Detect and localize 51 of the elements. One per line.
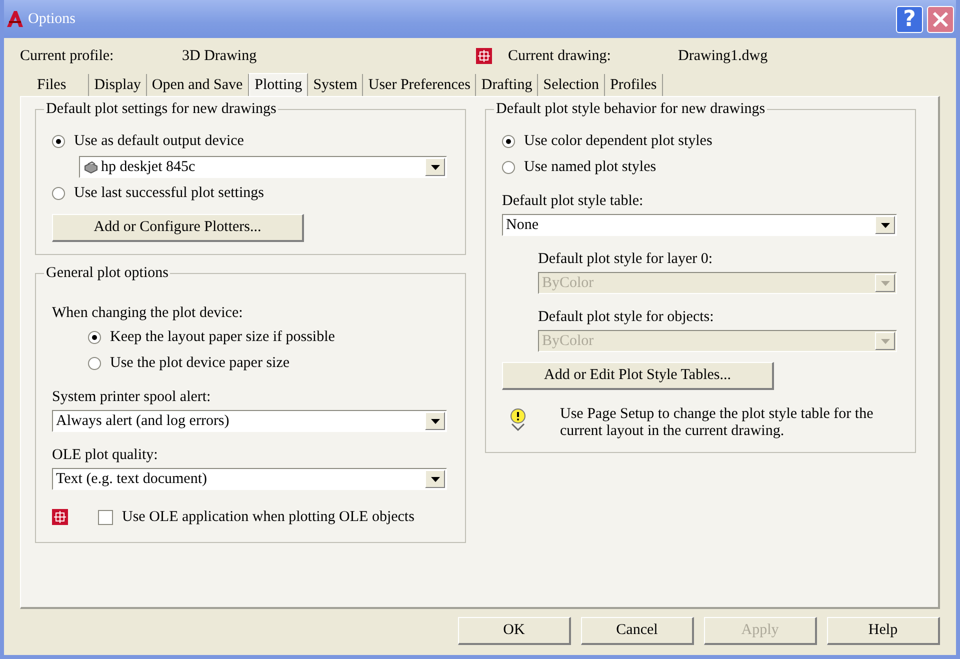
- radio-label: Use named plot styles: [524, 158, 656, 176]
- dialog-button[interactable]: OK: [458, 617, 571, 645]
- profile-label: Current profile:: [20, 48, 115, 64]
- field-label: Default plot style for layer 0:: [538, 250, 714, 269]
- dropdown-arrow-icon: [880, 280, 890, 286]
- close-icon: [932, 10, 949, 28]
- radio-button[interactable]: [88, 330, 101, 344]
- dropdown[interactable]: None: [502, 214, 897, 236]
- radio-label: Use the plot device paper size: [110, 354, 290, 372]
- radio-button[interactable]: [52, 134, 65, 148]
- checkbox-label: Use OLE application when plotting OLE objects: [122, 508, 414, 526]
- plot-button[interactable]: Add or Configure Plotters...: [52, 214, 304, 242]
- drawing-setting-icon: [476, 48, 492, 64]
- field-label: Default plot style for objects:: [538, 308, 715, 327]
- printer-icon: [83, 160, 99, 174]
- radio-button[interactable]: [502, 160, 515, 174]
- dropdown-arrow-icon: [430, 476, 440, 482]
- help-button[interactable]: ?: [896, 6, 923, 32]
- profile-value: 3D Drawing: [182, 48, 258, 64]
- radio-button[interactable]: [502, 134, 515, 148]
- radio-label: Use last successful plot settings: [74, 184, 264, 202]
- drawing-value: Drawing1.dwg: [678, 48, 769, 64]
- radio-button[interactable]: [88, 356, 101, 370]
- checkbox[interactable]: [98, 510, 113, 524]
- dropdown[interactable]: hp deskjet 845c: [79, 156, 447, 178]
- dropdown-arrow-icon: [880, 222, 890, 228]
- group-title: Default plot style behavior for new drawings: [494, 100, 768, 118]
- dropdown-arrow-icon: [430, 418, 440, 424]
- radio-label: Keep the layout paper size if possible: [110, 328, 335, 346]
- dropdown-arrow-icon: [880, 338, 890, 344]
- dialog-button[interactable]: Cancel: [581, 617, 694, 645]
- dropdown[interactable]: Text (e.g. text document): [52, 468, 447, 490]
- field-label: Default plot style table:: [502, 192, 644, 211]
- dropdown[interactable]: Always alert (and log errors): [52, 410, 447, 432]
- close-button[interactable]: [927, 6, 954, 32]
- window-title: Options: [28, 10, 77, 28]
- group-title: Default plot settings for new drawings: [44, 100, 278, 118]
- field-label: System printer spool alert:: [52, 388, 212, 407]
- group-title: General plot options: [44, 264, 170, 282]
- app-logo-icon: [6, 10, 24, 28]
- field-label: When changing the plot device:: [52, 304, 244, 323]
- hint-text: Use Page Setup to change the plot style table for the current layout in the current drawing.: [560, 406, 874, 440]
- drawing-label: Current drawing:: [508, 48, 612, 64]
- tab[interactable]: Plotting: [248, 73, 308, 97]
- dialog-button[interactable]: Help: [827, 617, 940, 645]
- radio-label: Use as default output device: [74, 132, 244, 150]
- field-label: OLE plot quality:: [52, 446, 159, 465]
- radio-button[interactable]: [52, 186, 65, 200]
- plot-button[interactable]: Add or Edit Plot Style Tables...: [502, 362, 774, 390]
- radio-label: Use color dependent plot styles: [524, 132, 712, 150]
- dropdown-arrow-icon: [430, 164, 440, 170]
